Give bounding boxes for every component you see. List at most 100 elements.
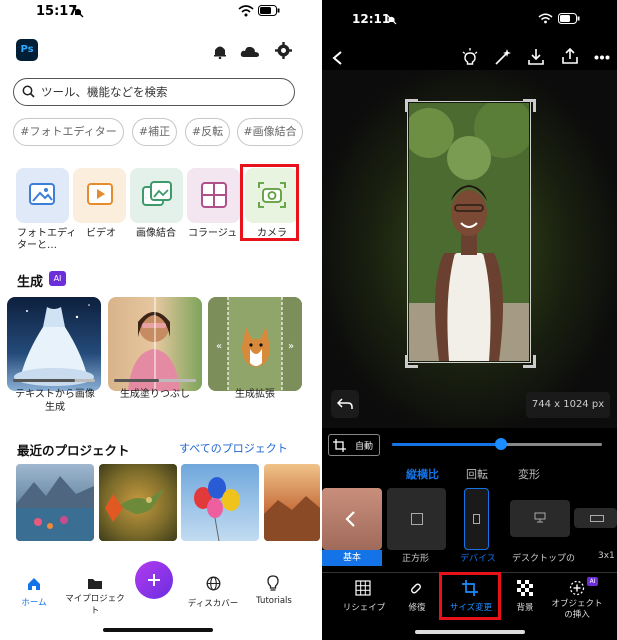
preset-device[interactable] <box>464 488 489 550</box>
reshape-grid-icon[interactable] <box>355 580 371 596</box>
lightbulb-icon[interactable] <box>266 574 280 592</box>
combine-icon <box>142 181 172 206</box>
download-icon[interactable] <box>528 48 544 66</box>
video-icon <box>87 183 113 205</box>
gear-icon[interactable] <box>275 42 292 59</box>
crop-frame[interactable] <box>407 101 531 363</box>
status-time-right: 12:11 <box>352 12 391 26</box>
generate-section-title: 生成 <box>17 275 44 290</box>
ai-badge: AI <box>49 271 66 286</box>
back-chevron-icon[interactable] <box>331 50 345 66</box>
wifi-icon <box>238 5 254 17</box>
monitor-icon <box>534 512 546 523</box>
crop-handle-top-left[interactable] <box>405 99 418 112</box>
tool-video-label: ビデオ <box>86 228 116 239</box>
bandage-icon[interactable] <box>408 580 424 596</box>
tool-collage-label: コラージュ <box>188 228 238 239</box>
undo-button[interactable] <box>331 390 359 418</box>
nav-home-label[interactable]: ホーム <box>14 596 54 608</box>
background-checker-icon[interactable] <box>517 580 533 596</box>
auto-label: 自動 <box>355 442 374 452</box>
recent-projects-title: 最近のプロジェクト <box>17 443 130 458</box>
preset-3x1[interactable] <box>574 508 617 528</box>
chip-correction[interactable]: #補正 <box>132 118 177 146</box>
gen-card-generative-expand[interactable]: « » <box>208 297 302 391</box>
tool-video[interactable] <box>73 168 126 223</box>
folder-icon[interactable] <box>87 577 103 590</box>
tool-collage[interactable] <box>187 168 240 223</box>
tab-rotate[interactable]: 回転 <box>466 466 488 482</box>
gen-card-generative-fill[interactable] <box>108 297 202 391</box>
svg-text:»: » <box>288 341 294 352</box>
chip-image-combine[interactable]: #画像結合 <box>237 118 303 146</box>
preset-square[interactable] <box>387 488 446 550</box>
left-screen: 15:17 Ps ツール、機能などを検索 #フォトエディター #補正 #反転 #… <box>0 0 320 640</box>
more-icon[interactable] <box>594 55 610 60</box>
gen-card-2-label: 生成塗りつぶし <box>119 389 191 400</box>
preset-basic-label[interactable]: 基本 <box>322 550 382 566</box>
recent-project-bird[interactable] <box>99 464 177 541</box>
corgi-illustration: « » <box>208 297 302 391</box>
tool-photo-editor[interactable] <box>16 168 69 223</box>
crop-handle-bottom-right[interactable] <box>523 355 536 368</box>
battery-icon <box>558 13 580 24</box>
progress-track <box>114 379 196 382</box>
image-icon <box>29 183 55 205</box>
straighten-slider[interactable] <box>392 438 602 450</box>
share-icon[interactable] <box>562 47 578 65</box>
nav-projects-label[interactable]: マイプロジェクト <box>62 592 128 616</box>
tool-reshape-label[interactable]: リシェイプ <box>340 601 388 613</box>
crop-handle-top-right[interactable] <box>523 99 536 112</box>
home-icon[interactable] <box>27 577 41 591</box>
chip-photo-editor[interactable]: #フォトエディター <box>13 118 124 146</box>
camera-highlight-box <box>240 164 299 241</box>
tool-insert-label-2[interactable]: の挿入 <box>548 608 606 620</box>
gen-card-1-label-1: テキストから画像 <box>15 389 95 400</box>
search-placeholder: ツール、機能などを検索 <box>41 85 168 99</box>
crop-handle-bottom-left[interactable] <box>405 355 418 368</box>
right-screen: 12:11 744 x 1024 px 自動 縦横比 回転 変形 基本 正方形 … <box>322 0 617 640</box>
insert-object-icon[interactable] <box>569 580 585 596</box>
nav-tutorials-label[interactable]: Tutorials <box>250 596 298 606</box>
recent-project-desert[interactable] <box>264 464 320 541</box>
tab-transform[interactable]: 変形 <box>518 466 540 482</box>
progress-fill <box>114 379 159 382</box>
recent-project-lake[interactable] <box>16 464 94 541</box>
dress-illustration <box>14 304 94 386</box>
tool-repair-label[interactable]: 修復 <box>402 601 432 613</box>
preset-basic[interactable] <box>322 488 382 550</box>
tool-image-combine[interactable] <box>130 168 183 223</box>
slider-knob[interactable] <box>495 438 508 450</box>
preset-desktop-label: デスクトップの <box>512 554 576 564</box>
search-icon <box>22 85 35 98</box>
chip-flip[interactable]: #反転 <box>185 118 230 146</box>
auto-button[interactable]: 自動 <box>328 434 380 456</box>
all-projects-link[interactable]: すべてのプロジェクト <box>179 440 288 456</box>
globe-icon[interactable] <box>206 576 221 591</box>
chevron-left-icon <box>345 511 355 527</box>
progress-fill <box>13 379 75 382</box>
bell-icon[interactable] <box>212 43 228 59</box>
lightbulb-icon[interactable] <box>461 48 479 68</box>
add-button[interactable] <box>135 561 173 599</box>
tool-background-label[interactable]: 背景 <box>509 601 541 613</box>
tool-photo-editor-label-1: フォトエディ <box>17 228 77 239</box>
gen-card-1-label-2: 生成 <box>45 402 65 413</box>
search-input[interactable]: ツール、機能などを検索 <box>13 78 295 106</box>
magic-wand-icon[interactable] <box>494 48 512 66</box>
cloud-icon[interactable] <box>240 44 260 58</box>
undo-icon <box>337 398 353 409</box>
preset-device-label: デバイス <box>460 554 496 564</box>
preset-desktop[interactable] <box>510 500 570 537</box>
wifi-icon <box>538 13 553 24</box>
gen-card-text-to-image[interactable] <box>7 297 101 391</box>
nav-discover-label[interactable]: ディスカバー <box>185 597 241 609</box>
woman-illustration <box>128 297 180 391</box>
recent-project-balloons[interactable] <box>181 464 259 541</box>
tool-image-combine-label: 画像結合 <box>136 228 176 239</box>
wide-rect-icon <box>590 515 604 522</box>
tab-aspect-ratio[interactable]: 縦横比 <box>406 466 439 482</box>
plus-icon <box>148 574 160 586</box>
mute-bell-icon <box>72 6 84 18</box>
battery-icon <box>258 5 280 16</box>
